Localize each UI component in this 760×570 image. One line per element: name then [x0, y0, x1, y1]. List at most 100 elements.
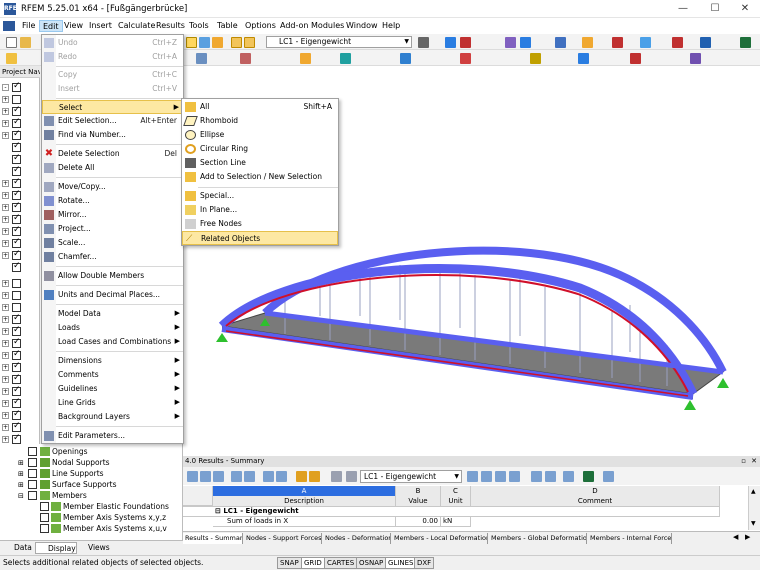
toolbar-icon[interactable]	[460, 37, 471, 48]
tree-row[interactable]: +	[2, 117, 40, 129]
tab-members-internal-forces[interactable]: Members - Internal Forces	[588, 533, 672, 544]
tree-row[interactable]: +	[2, 225, 40, 237]
menu-item-chamfer[interactable]: Chamfer...	[42, 250, 183, 264]
tab-results-summary[interactable]: Results - Summary	[183, 533, 243, 544]
toolbar-icon[interactable]	[582, 37, 593, 48]
toolbar-icon[interactable]	[520, 37, 531, 48]
submenu-item-free-nodes[interactable]: Free Nodes	[182, 217, 338, 231]
menu-item-edit-parameters[interactable]: Edit Parameters...	[42, 429, 183, 443]
menu-item-mirror[interactable]: Mirror...	[42, 208, 183, 222]
load-case-select[interactable]: LC1 - Eigengewicht ▼	[266, 36, 412, 48]
new-icon[interactable]	[6, 37, 17, 48]
close-icon[interactable]: ✕	[730, 0, 760, 18]
menu-edit[interactable]: Edit	[39, 20, 63, 32]
tree-row[interactable]: +	[2, 278, 40, 289]
toolbar-icon[interactable]	[212, 37, 223, 48]
menu-item-undo[interactable]: Undo Ctrl+Z	[42, 36, 183, 50]
tree-row[interactable]: +	[2, 397, 40, 409]
menu-help[interactable]: Help	[379, 20, 403, 32]
menu-addon-modules[interactable]: Add-on Modules	[277, 20, 347, 32]
tree-item-surface-supports[interactable]: ⊞ Surface Supports	[0, 479, 183, 490]
menu-item-copy[interactable]: Copy Ctrl+C	[42, 68, 183, 82]
menu-results[interactable]: Results	[153, 20, 188, 32]
expand-icon[interactable]: ⊞	[18, 481, 24, 489]
chevron-up-icon[interactable]: ▲	[751, 488, 756, 495]
tree-row[interactable]	[2, 153, 40, 165]
toolbar-icon[interactable]	[495, 471, 506, 482]
maximize-icon[interactable]: ☐	[700, 0, 730, 18]
toolbar-icon[interactable]	[740, 37, 751, 48]
excel-icon[interactable]	[583, 471, 594, 482]
toolbar-icon[interactable]	[231, 471, 242, 482]
menu-item-project[interactable]: Project...	[42, 222, 183, 236]
tree-row[interactable]: +	[2, 349, 40, 361]
menu-item-allow-double-members[interactable]: Allow Double Members	[42, 269, 183, 283]
checkbox[interactable]	[40, 502, 49, 511]
menu-item-dimensions[interactable]: Dimensions ▶	[42, 354, 183, 368]
toolbar-icon[interactable]	[445, 37, 456, 48]
menu-item-guidelines[interactable]: Guidelines ▶	[42, 382, 183, 396]
cell-value[interactable]: 0.00	[396, 516, 441, 527]
tab-data[interactable]: Data	[2, 542, 32, 554]
tree-row[interactable]: +	[2, 249, 40, 261]
tab-members-global-deformations[interactable]: Members - Global Deformations	[489, 533, 587, 544]
table-scrollbar[interactable]: ▲ ▼	[748, 486, 760, 530]
toolbar-icon[interactable]	[467, 471, 478, 482]
chevron-down-icon[interactable]: ▼	[751, 520, 756, 527]
tree-row[interactable]: +	[2, 177, 40, 189]
menu-item-insert[interactable]: Insert Ctrl+V	[42, 82, 183, 96]
submenu-item-in-plane[interactable]: In Plane...	[182, 203, 338, 217]
expand-icon[interactable]: ⊞	[18, 459, 24, 467]
toolbar-icon[interactable]	[200, 471, 211, 482]
pin-icon[interactable]: ▫	[741, 456, 746, 467]
toolbar-icon[interactable]	[213, 471, 224, 482]
toolbar-icon[interactable]	[700, 37, 711, 48]
toolbar-icon[interactable]	[300, 53, 311, 64]
toolbar-icon[interactable]	[244, 471, 255, 482]
tree-row[interactable]: +	[2, 409, 40, 421]
cartes-toggle[interactable]: CARTES	[324, 557, 358, 569]
toolbar-icon[interactable]	[231, 37, 242, 48]
tree-item-openings[interactable]: Openings	[0, 446, 183, 457]
osnap-toggle[interactable]: OSNAP	[356, 557, 387, 569]
toolbar-icon[interactable]	[400, 53, 411, 64]
submenu-item-section-line[interactable]: Section Line	[182, 156, 338, 170]
tree-row[interactable]: +	[2, 337, 40, 349]
submenu-item-ellipse[interactable]: Ellipse	[182, 128, 338, 142]
tab-display[interactable]: Display	[35, 542, 77, 554]
menu-window[interactable]: Window	[343, 20, 381, 32]
submenu-item-related-objects[interactable]: ⟋ Related Objects	[182, 231, 338, 245]
cell-description[interactable]: Sum of loads in X	[213, 516, 396, 527]
submenu-item-all[interactable]: All Shift+A	[182, 100, 338, 114]
menu-item-select[interactable]: Select ▶	[42, 100, 183, 114]
tree-item-member-axis-xuv[interactable]: Member Axis Systems x,u,v	[0, 523, 183, 534]
expand-icon[interactable]: ⊞	[18, 470, 24, 478]
menu-item-loads[interactable]: Loads ▶	[42, 321, 183, 335]
tree-row[interactable]: +	[2, 313, 40, 325]
tree-row[interactable]: +	[2, 94, 40, 105]
checkbox[interactable]	[28, 447, 37, 456]
toolbar-icon[interactable]	[690, 53, 701, 64]
tree-item-member-axis-xyz[interactable]: Member Axis Systems x,y,z	[0, 512, 183, 523]
toolbar-icon[interactable]	[346, 471, 357, 482]
toolbar-icon[interactable]	[296, 471, 307, 482]
glines-toggle[interactable]: GLINES	[385, 557, 417, 569]
tab-nodes-deformations[interactable]: Nodes - Deformations	[323, 533, 391, 544]
menu-item-load-cases[interactable]: Load Cases and Combinations ▶	[42, 335, 183, 349]
menu-insert[interactable]: Insert	[86, 20, 115, 32]
checkbox[interactable]	[28, 469, 37, 478]
menu-file[interactable]: File	[19, 20, 38, 32]
tree-row[interactable]: +	[2, 201, 40, 213]
toolbar-icon[interactable]	[276, 471, 287, 482]
toolbar-icon[interactable]	[186, 37, 197, 48]
menu-item-rotate[interactable]: Rotate...	[42, 194, 183, 208]
collapse-icon[interactable]: ⊟	[18, 492, 24, 500]
toolbar-icon[interactable]	[331, 471, 342, 482]
minimize-icon[interactable]: —	[668, 0, 698, 18]
tree-row[interactable]	[2, 165, 40, 177]
toolbar-icon[interactable]	[187, 471, 198, 482]
toolbar-icon[interactable]	[603, 471, 614, 482]
toolbar-icon[interactable]	[196, 53, 207, 64]
tree-row[interactable]: +	[2, 373, 40, 385]
toolbar-icon[interactable]	[509, 471, 520, 482]
